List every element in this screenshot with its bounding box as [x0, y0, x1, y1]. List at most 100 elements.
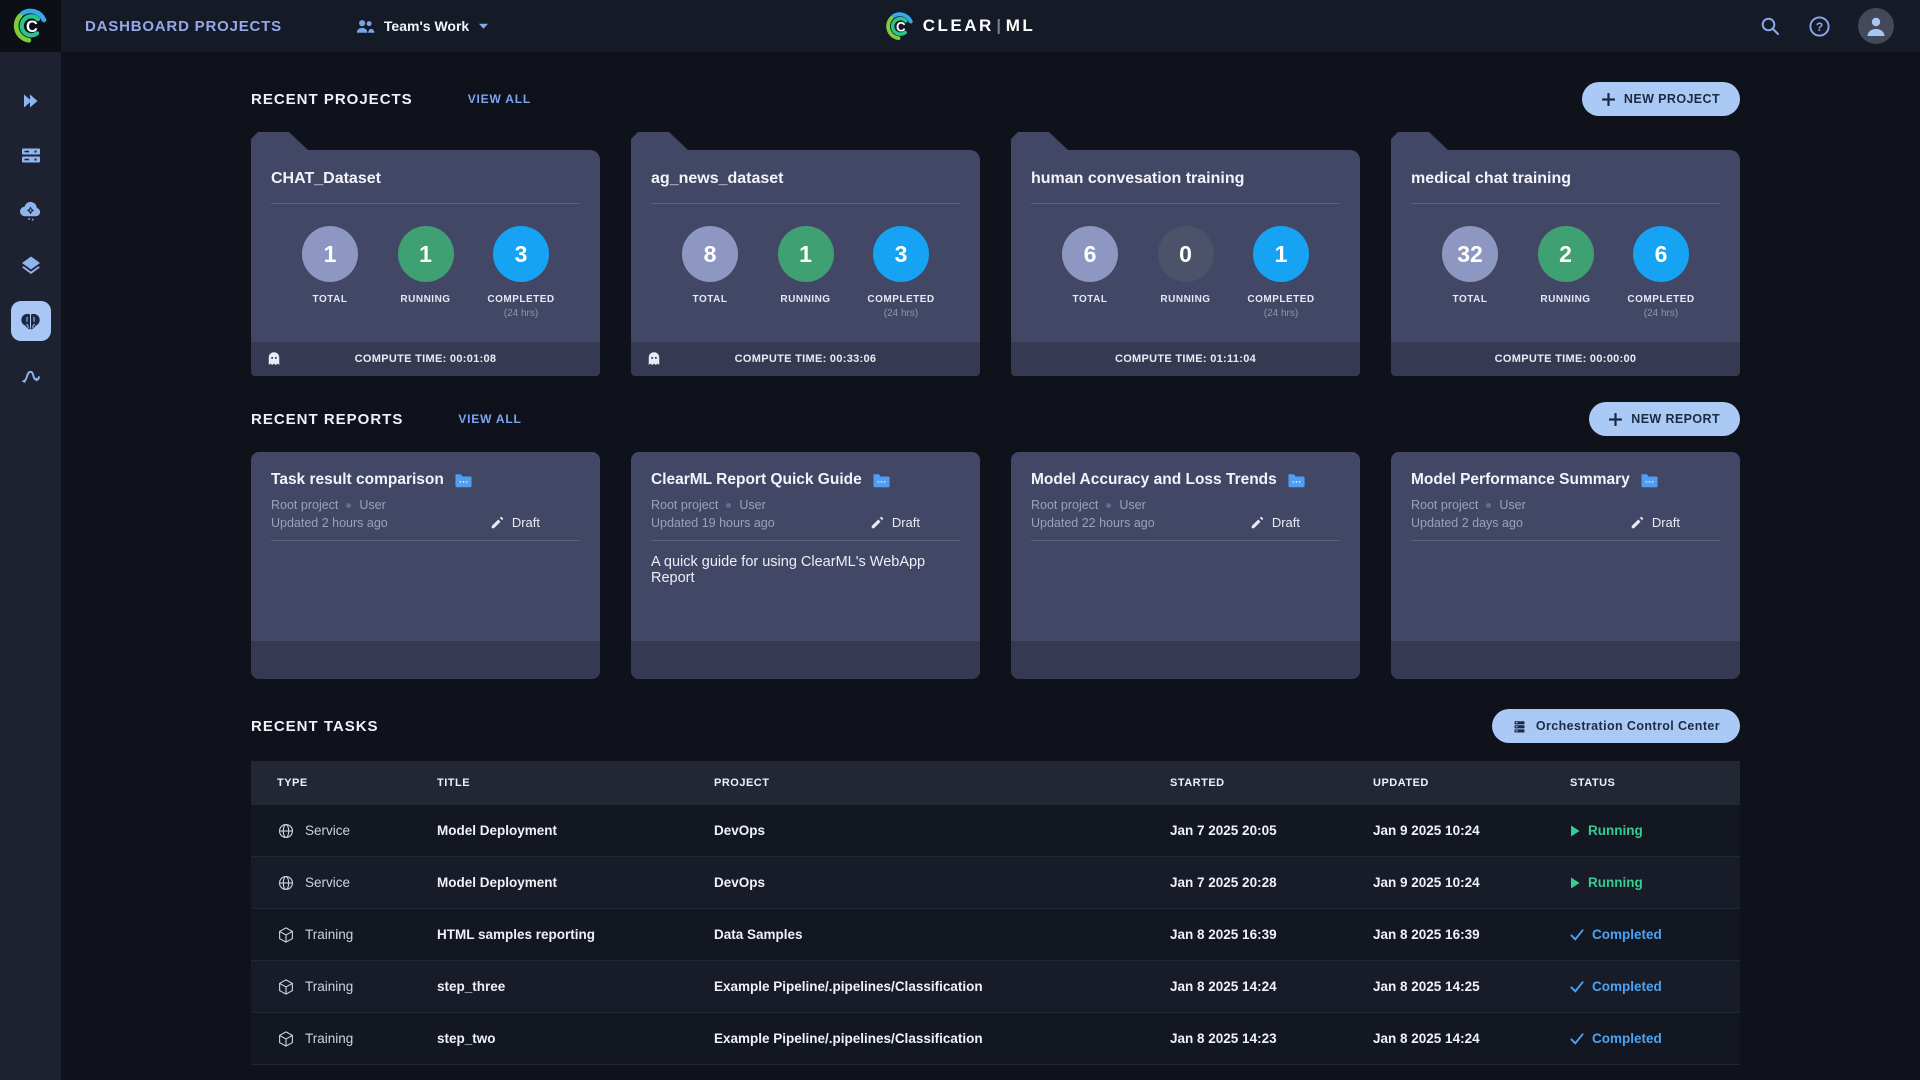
sidebar-item-datasets[interactable] [11, 246, 51, 286]
report-card[interactable]: ClearML Report Quick Guide Root project … [631, 452, 980, 679]
help-icon[interactable]: ? [1808, 15, 1831, 38]
task-row[interactable]: Training step_two Example Pipeline/.pipe… [251, 1013, 1740, 1065]
project-card[interactable]: human convesation training 6 TOTAL 0 RUN… [1011, 132, 1360, 376]
total-label: TOTAL [1072, 294, 1108, 305]
task-type-cell: Service [277, 822, 437, 840]
person-icon [1867, 17, 1885, 36]
reports-heading: RECENT REPORTS [251, 410, 404, 428]
project-card[interactable]: CHAT_Dataset 1 TOTAL 1 RUNNING 3 COMPLET… [251, 132, 600, 376]
task-project: DevOps [714, 875, 766, 890]
check-icon [1570, 1032, 1584, 1045]
folder-tab [631, 132, 688, 150]
new-project-button[interactable]: NEW PROJECT [1581, 82, 1740, 116]
sidebar-item-models-active[interactable] [10, 301, 51, 341]
projects-section-header: RECENT PROJECTS VIEW ALL NEW PROJECT [251, 82, 1740, 116]
task-type-label: Service [305, 823, 351, 838]
report-project: Root project [1031, 498, 1099, 512]
report-user: User [359, 498, 386, 512]
play-icon [1571, 825, 1580, 836]
total-circle: 8 [682, 226, 738, 282]
report-card[interactable]: Model Performance Summary Root project U… [1391, 452, 1740, 679]
total-label: TOTAL [692, 294, 728, 305]
report-meta: Root project User [1411, 498, 1720, 512]
running-label: RUNNING [1160, 294, 1211, 305]
stat-total: 6 TOTAL [1047, 226, 1133, 319]
report-status-badge: Draft [490, 515, 540, 530]
divider [1031, 540, 1340, 541]
task-updated: Jan 9 2025 10:24 [1373, 875, 1480, 890]
running-circle: 1 [777, 226, 834, 282]
task-type-label: Training [305, 979, 354, 994]
stat-completed: 3 COMPLETED (24 hrs) [858, 226, 944, 319]
compute-time: COMPUTE TIME: 01:11:04 [1114, 353, 1257, 365]
total-label: TOTAL [1452, 294, 1488, 305]
sidebar-item-projects[interactable] [11, 81, 51, 121]
tasks-table-body: Service Model Deployment DevOps Jan 7 20… [251, 805, 1740, 1065]
report-card-top: Task result comparison Root project User [251, 452, 600, 641]
task-title: HTML samples reporting [437, 927, 596, 942]
sidebar-item-queues[interactable] [11, 136, 51, 176]
cube-icon [279, 1030, 293, 1047]
tasks-table: TYPE TITLE PROJECT STARTED UPDATED STATU… [251, 761, 1740, 1065]
task-type-cell: Training [277, 1030, 437, 1048]
stat-running: 2 RUNNING [1523, 226, 1609, 319]
tasks-table-header: TYPE TITLE PROJECT STARTED UPDATED STATU… [251, 761, 1740, 805]
report-card[interactable]: Model Accuracy and Loss Trends Root proj… [1011, 452, 1360, 679]
meta-dot [1486, 502, 1492, 508]
task-row[interactable]: Service Model Deployment DevOps Jan 7 20… [251, 857, 1740, 909]
project-card-footer: COMPUTE TIME: 00:33:06 [631, 342, 980, 376]
orchestration-control-center-button[interactable]: Orchestration Control Center [1491, 709, 1740, 743]
globe-icon [278, 823, 294, 838]
report-title: Task result comparison [271, 471, 444, 488]
divider [1411, 203, 1720, 204]
project-card[interactable]: ag_news_dataset 8 TOTAL 1 RUNNING 3 COMP… [631, 132, 980, 376]
clearml-logo[interactable]: C [0, 0, 61, 52]
project-stats: 1 TOTAL 1 RUNNING 3 COMPLETED (24 hrs) [271, 226, 580, 319]
brand-right: ML [1005, 16, 1036, 35]
brain-icon [21, 313, 40, 329]
completed-label: COMPLETED [867, 294, 935, 305]
task-status: Completed [1570, 927, 1740, 942]
task-title: step_two [437, 1031, 496, 1046]
project-card[interactable]: medical chat training 32 TOTAL 2 RUNNING [1391, 132, 1740, 376]
col-status: STATUS [1570, 777, 1616, 789]
stat-total: 8 TOTAL [667, 226, 753, 319]
folder-tab [1391, 132, 1448, 150]
report-card[interactable]: Task result comparison Root project User [251, 452, 600, 679]
project-title: CHAT_Dataset [271, 170, 381, 187]
task-row[interactable]: Training HTML samples reporting Data Sam… [251, 909, 1740, 961]
compute-time: COMPUTE TIME: 00:00:00 [1494, 353, 1637, 365]
meta-dot [1106, 502, 1112, 508]
left-sidebar [0, 52, 61, 1080]
task-status-label: Completed [1592, 927, 1662, 942]
projects-view-all-link[interactable]: VIEW ALL [468, 92, 531, 106]
task-status: Completed [1570, 1031, 1740, 1046]
project-title: ag_news_dataset [651, 170, 784, 187]
sidebar-item-pipelines[interactable] [11, 356, 51, 396]
search-icon[interactable] [1759, 15, 1781, 37]
workspace-switcher[interactable]: Team's Work [354, 16, 489, 37]
task-updated: Jan 8 2025 16:39 [1373, 927, 1480, 942]
task-updated: Jan 9 2025 10:24 [1373, 823, 1480, 838]
divider [1031, 203, 1340, 204]
task-row[interactable]: Training step_three Example Pipeline/.pi… [251, 961, 1740, 1013]
pencil-icon [1251, 516, 1264, 528]
topbar-actions: ? [1759, 8, 1920, 44]
report-user: User [1119, 498, 1146, 512]
sidebar-item-applications[interactable] [11, 191, 51, 231]
task-started: Jan 8 2025 14:24 [1170, 979, 1277, 994]
reports-view-all-link[interactable]: VIEW ALL [458, 412, 521, 426]
datasets-layers-icon [21, 256, 40, 274]
tasks-heading: RECENT TASKS [251, 717, 379, 735]
projects-icon [23, 94, 37, 108]
task-row[interactable]: Service Model Deployment DevOps Jan 7 20… [251, 805, 1740, 857]
orchestration-icon [1514, 720, 1525, 732]
stat-completed: 3 COMPLETED (24 hrs) [478, 226, 564, 319]
project-stats: 6 TOTAL 0 RUNNING 1 COMPLETED (24 hrs) [1031, 226, 1340, 319]
new-report-button[interactable]: NEW REPORT [1589, 402, 1740, 436]
task-status-label: Completed [1592, 979, 1662, 994]
running-label: RUNNING [1540, 294, 1591, 305]
main-content: RECENT PROJECTS VIEW ALL NEW PROJECT CHA… [61, 52, 1920, 1080]
divider [651, 203, 960, 204]
user-avatar[interactable] [1858, 8, 1894, 44]
